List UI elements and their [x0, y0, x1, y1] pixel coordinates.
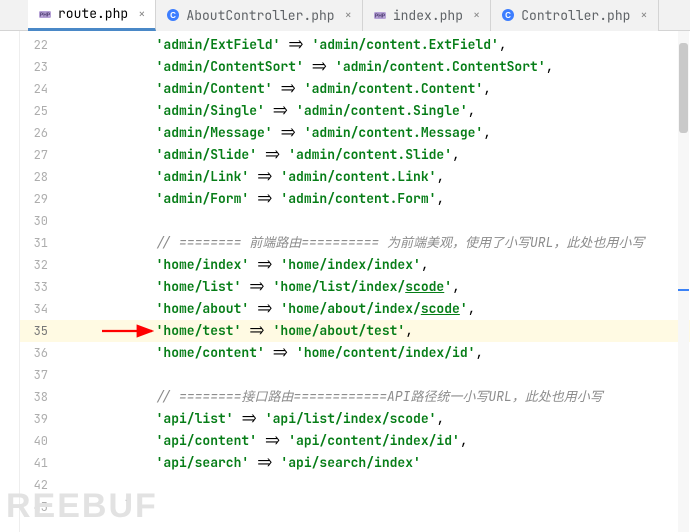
code-line[interactable]: 'home/index' => 'home/index/index', [62, 254, 690, 276]
close-icon[interactable]: × [345, 7, 352, 23]
php-file-icon: PHP [373, 8, 387, 22]
code-line[interactable]: // ========接口路由============API路径统一小写URL，… [62, 386, 690, 408]
code-line[interactable]: // ======== 前端路由========== 为前端美观，使用了小写UR… [62, 232, 690, 254]
scrollbar-marker [678, 289, 689, 291]
line-number: 41 [20, 452, 62, 474]
line-number: 29 [20, 188, 62, 210]
code-line[interactable]: 'home/test' => 'home/about/test', [62, 320, 690, 342]
line-number: 24 [20, 78, 62, 100]
tab-label: route.php [58, 5, 128, 22]
line-number: 38 [20, 386, 62, 408]
tab-route-php[interactable]: PHP route.php × [28, 0, 156, 31]
php-file-icon: PHP [38, 7, 52, 21]
svg-text:PHP: PHP [375, 14, 386, 20]
code-line[interactable]: 'api/content' => 'api/content/index/id', [62, 430, 690, 452]
line-number: 40 [20, 430, 62, 452]
code-line[interactable]: 'home/list' => 'home/list/index/scode', [62, 276, 690, 298]
editor-tab-bar: PHP route.php × C AboutController.php × … [0, 0, 690, 31]
line-number: 22 [20, 34, 62, 56]
line-number: 34 [20, 298, 62, 320]
code-line[interactable]: 'admin/ExtField' => 'admin/content.ExtFi… [62, 34, 690, 56]
line-number: 32 [20, 254, 62, 276]
watermark-text: REEBUF [6, 487, 158, 526]
svg-text:PHP: PHP [40, 12, 51, 18]
code-line[interactable]: 'admin/Form' => 'admin/content.Form', [62, 188, 690, 210]
code-line[interactable]: 'admin/Link' => 'admin/content.Link', [62, 166, 690, 188]
close-icon[interactable]: × [473, 7, 480, 23]
gutter-icons [0, 31, 20, 532]
line-number: 37 [20, 364, 62, 386]
line-number: 39 [20, 408, 62, 430]
code-line[interactable]: 'admin/Single' => 'admin/content.Single'… [62, 100, 690, 122]
line-number: 26 [20, 122, 62, 144]
line-number: 27 [20, 144, 62, 166]
line-number-gutter: 2223242526272829303132333435363738394041… [20, 31, 62, 532]
line-number: 30 [20, 210, 62, 232]
line-number: 31 [20, 232, 62, 254]
line-number: 28 [20, 166, 62, 188]
line-number: 25 [20, 100, 62, 122]
code-area[interactable]: 'admin/ExtField' => 'admin/content.ExtFi… [62, 31, 690, 532]
tab-controller-php[interactable]: C Controller.php × [491, 0, 658, 31]
tab-label: index.php [393, 7, 463, 24]
code-line[interactable]: 'admin/Content' => 'admin/content.Conten… [62, 78, 690, 100]
close-icon[interactable]: × [640, 7, 647, 23]
class-file-icon: C [166, 8, 180, 22]
class-file-icon: C [501, 8, 515, 22]
code-line[interactable] [62, 210, 690, 232]
tab-label: AboutController.php [186, 7, 334, 24]
code-line[interactable]: 'home/about' => 'home/about/index/scode'… [62, 298, 690, 320]
tab-label: Controller.php [521, 7, 630, 24]
line-number: 36 [20, 342, 62, 364]
code-line[interactable]: 'admin/Message' => 'admin/content.Messag… [62, 122, 690, 144]
code-line[interactable]: 'api/list' => 'api/list/index/scode', [62, 408, 690, 430]
code-line[interactable]: 'home/content' => 'home/content/index/id… [62, 342, 690, 364]
svg-text:C: C [171, 11, 177, 20]
code-line[interactable]: 'admin/ContentSort' => 'admin/content.Co… [62, 56, 690, 78]
code-line[interactable]: 'api/search' => 'api/search/index' [62, 452, 690, 474]
scrollbar-thumb[interactable] [679, 43, 688, 133]
vertical-scrollbar[interactable] [678, 31, 689, 532]
tab-index-php[interactable]: PHP index.php × [363, 0, 491, 31]
close-icon[interactable]: × [138, 6, 145, 22]
tab-aboutcontroller-php[interactable]: C AboutController.php × [156, 0, 362, 31]
svg-text:C: C [505, 11, 511, 20]
code-line[interactable]: 'admin/Slide' => 'admin/content.Slide', [62, 144, 690, 166]
line-number: 33 [20, 276, 62, 298]
code-editor[interactable]: 2223242526272829303132333435363738394041… [0, 31, 690, 532]
code-line[interactable] [62, 364, 690, 386]
line-number: 35 [20, 320, 62, 342]
line-number: 23 [20, 56, 62, 78]
